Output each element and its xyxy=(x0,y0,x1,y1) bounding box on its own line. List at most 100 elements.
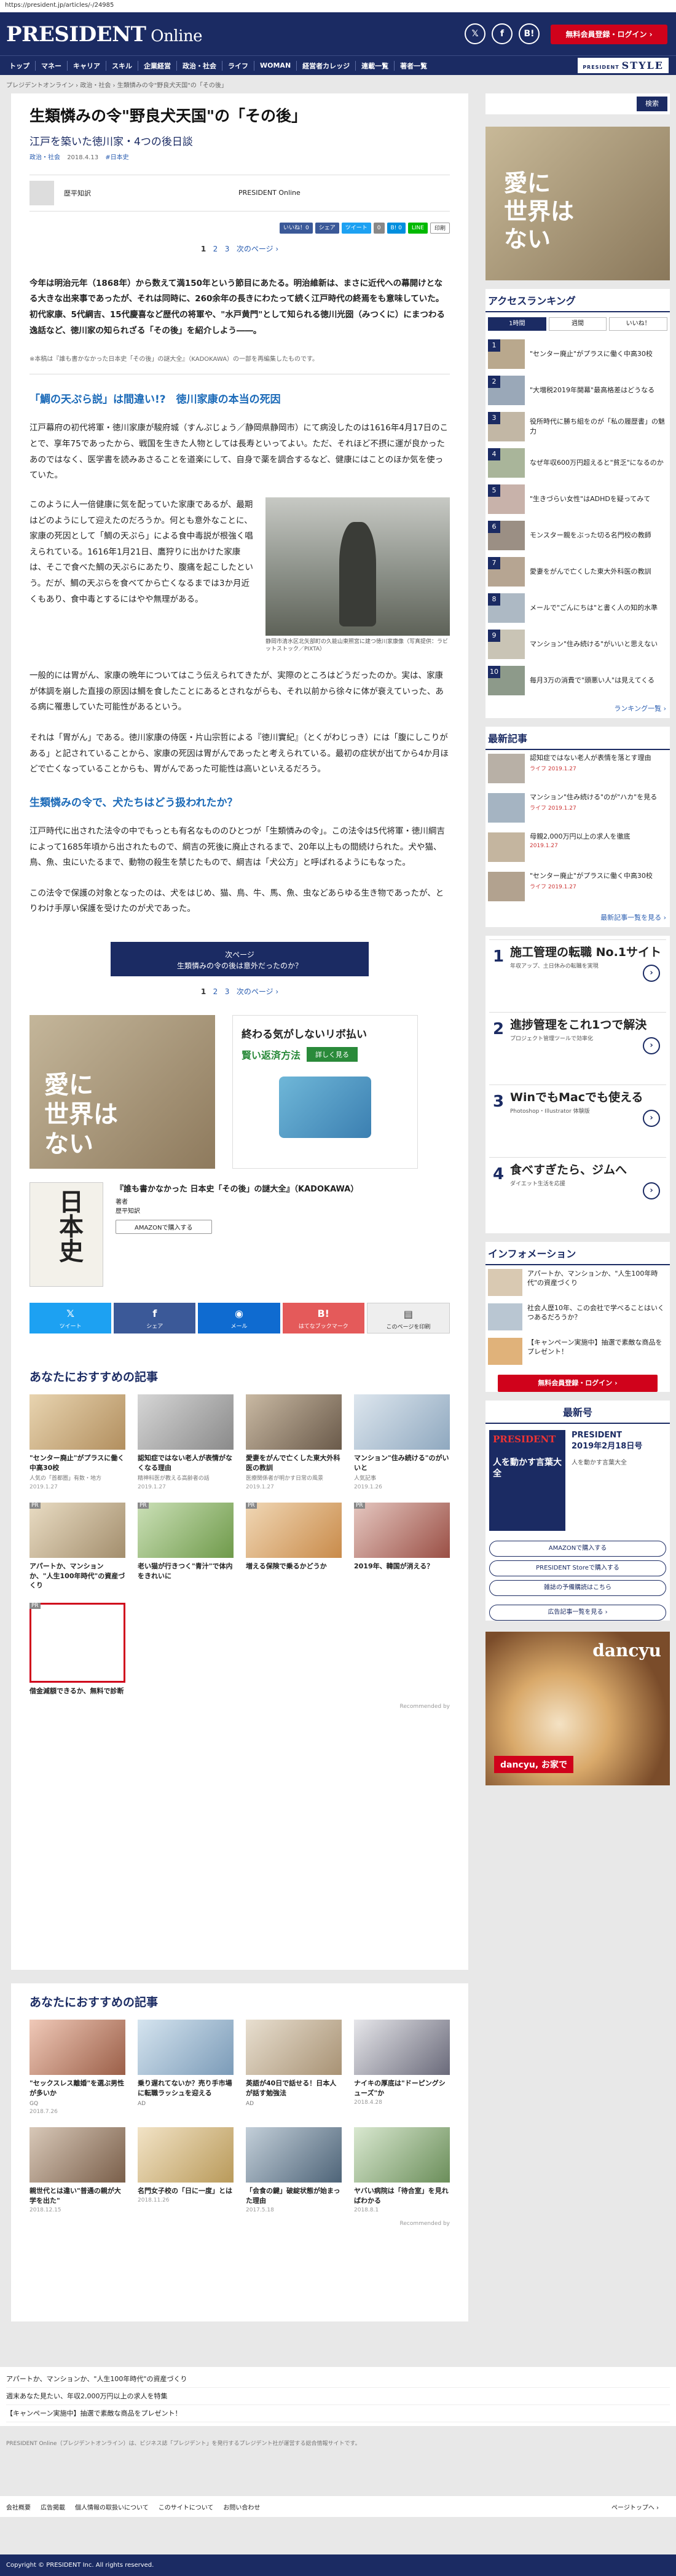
rec-card[interactable]: PR 借金減額できるか、無料で診断 xyxy=(29,1603,125,1696)
sidebar-ad-item[interactable]: 1 施工管理の転職 No.1サイト 年収アップ、土日休みの転職を実現 › xyxy=(489,939,666,1012)
nav-career[interactable]: キャリア xyxy=(68,61,106,71)
recommended-by[interactable]: Recommended by xyxy=(29,2221,450,2227)
twitter-icon[interactable]: 𝕏 xyxy=(465,23,485,44)
nav-authors[interactable]: 著者一覧 xyxy=(395,61,433,71)
dancyu-ad[interactable]: dancyu dancyu, お家で xyxy=(485,1632,670,1785)
rec-card[interactable]: "セックスレス離婚"を選ぶ男性が多いか GQ 2018.7.26 xyxy=(29,2020,125,2115)
rank-item[interactable]: 5 "生きづらい女性"はADHDを疑ってみて xyxy=(485,481,670,517)
latest-item[interactable]: 認知症ではない老人が表情を落とす理由 ライフ 2019.1.27 xyxy=(485,750,670,789)
tweet-button[interactable]: ツイート xyxy=(341,222,371,234)
footer-nav-about[interactable]: このサイトについて xyxy=(159,2502,224,2511)
nav-politics[interactable]: 政治・社会 xyxy=(177,61,222,71)
hatena-button[interactable]: B! 0 xyxy=(387,222,406,234)
sidebar-ad-item[interactable]: 4 食べすぎたら、ジムへ ダイエット生活を応援 › xyxy=(489,1157,666,1230)
ad-banner-2[interactable]: 終わる気がしないリボ払い 賢い返済方法 詳しく見る xyxy=(232,1015,418,1169)
style-logo[interactable]: PRESIDENT STYLE xyxy=(578,58,669,73)
rank-item[interactable]: 4 なぜ年収600万円超えると"貧乏"になるのか xyxy=(485,444,670,481)
rec-card[interactable]: PR 老い猫が行きつく"青汁"で体内をきれいに xyxy=(138,1502,234,1591)
latest-item[interactable]: マンション"住み続ける"のが"ハカ"を見る ライフ 2019.1.27 xyxy=(485,789,670,829)
url-bar[interactable]: https://president.jp/articles/-/24985 xyxy=(0,0,676,12)
tab-likes[interactable]: いいね！ xyxy=(609,317,668,331)
rec-card[interactable]: 英語が40日で話せる！日本人が話す勉強法 AD xyxy=(246,2020,342,2115)
nav-college[interactable]: 経営者カレッジ xyxy=(297,61,355,71)
page-2[interactable]: 2 xyxy=(213,245,218,253)
magazine-cover[interactable]: PRESIDENT 人を動かす言葉大全 xyxy=(489,1430,565,1531)
rank-item[interactable]: 7 愛妻をがんで亡くした東大外科医の教訓 xyxy=(485,553,670,590)
print-big-button[interactable]: ▤ このページを印刷 xyxy=(366,1303,450,1334)
rec-card[interactable]: PR 2019年、韓国が消える？ xyxy=(354,1502,450,1591)
rec-card[interactable]: ヤバい病院は「待合室」を見ればわかる 2018.8.1 xyxy=(354,2127,450,2213)
rec-card[interactable]: 認知症ではない老人が表情がなくなる理由 精神科医が教える高齢者の話 2019.1.2… xyxy=(138,1394,234,1490)
page-1[interactable]: 1 xyxy=(201,245,206,253)
register-button[interactable]: 無料会員登録・ログイン › xyxy=(551,25,667,44)
breadcrumb[interactable]: プレジデントオンライン › 政治・社会 › 生類憐みの令"野良犬天国"の「その後… xyxy=(0,75,676,92)
rec-card[interactable]: 名門女子校の「日に一度」とは 2018.11.26 xyxy=(138,2127,234,2213)
next-page-button[interactable]: 次ページ 生類憐みの令の後は意外だったのか？ xyxy=(111,942,369,977)
page-top-link[interactable]: ページトップへ › xyxy=(611,2502,669,2511)
sidebar-ad-item[interactable]: 2 進捗管理をこれ1つで解決 プロジェクト管理ツールで効率化 › xyxy=(489,1012,666,1085)
info-item[interactable]: 【キャンペーン実施中】抽選で素敵な商品をプレゼント！ xyxy=(485,1334,670,1369)
like-button[interactable]: いいね！0 xyxy=(280,222,313,234)
rec-card[interactable]: "センター廃止"がプラスに働く中高30校 人気の「首都圏」有数・地方 2019.1.… xyxy=(29,1394,125,1490)
rec-card[interactable]: 愛妻をがんで亡くした東大外科医の教訓 医療関係者が明かす日常の風景 2019.1.2… xyxy=(246,1394,342,1490)
site-logo[interactable]: PRESIDENT Online xyxy=(6,22,203,47)
print-button[interactable]: 印刷 xyxy=(430,222,450,234)
rec-card[interactable]: マンション"住み続ける"のがいいと 人気記事 2019.1.26 xyxy=(354,1394,450,1490)
footer-link[interactable]: アパートか、マンションか、"人生100年時代"の資産づくり xyxy=(6,2371,670,2388)
nav-life[interactable]: ライフ xyxy=(222,61,254,71)
next-page-link[interactable]: 次のページ › xyxy=(237,987,278,996)
ranking-more-link[interactable]: ランキング一覧 › xyxy=(485,698,670,718)
nav-skill[interactable]: スキル xyxy=(106,61,138,71)
tab-hourly[interactable]: 1時間 xyxy=(488,317,546,331)
rank-item[interactable]: 3 役所時代に勝ち組をのが「私の履歴書」の魅力 xyxy=(485,408,670,444)
latest-item[interactable]: 母親2,000万円以上の求人を徹底 2019.1.27 xyxy=(485,829,670,868)
amazon-buy-button[interactable]: AMAZONで購入する xyxy=(489,1541,666,1557)
next-page-link[interactable]: 次のページ › xyxy=(237,245,278,253)
rec-card[interactable]: 乗り遅れてないか？売り手市場に転職ラッシュを迎える AD xyxy=(138,2020,234,2115)
rec-card[interactable]: 「会食の鍵」破綻状態が始まった理由 2017.5.18 xyxy=(246,2127,342,2213)
rank-item[interactable]: 8 メールで"ごんにちは"と書く人の知的水準 xyxy=(485,590,670,626)
rec-card[interactable]: 親世代とは違い"普通の親が大学を出た" 2018.12.15 xyxy=(29,2127,125,2213)
footer-nav-ads[interactable]: 広告掲載 xyxy=(41,2502,75,2511)
sidebar-ad-item[interactable]: 3 WinでもMacでも使える Photoshop・Illustrator 体験版 › xyxy=(489,1085,666,1157)
rec-card[interactable]: ナイキの厚底は"ドーピングシューズ"か 2018.4.28 xyxy=(354,2020,450,2115)
footer-link[interactable]: 週末あなた見たい、年収2,000万円以上の求人を特集 xyxy=(6,2388,670,2405)
nav-top[interactable]: トップ xyxy=(4,61,35,71)
hatena-big-button[interactable]: B! はてなブックマーク xyxy=(282,1303,364,1334)
info-item[interactable]: 社会人歴10年、この会社で学べることはいくつあるだろうか？ xyxy=(485,1300,670,1334)
subscribe-button[interactable]: 雑誌の予備購読はこちら xyxy=(489,1580,666,1596)
book-cover[interactable]: 日本史 xyxy=(29,1182,103,1287)
latest-item[interactable]: "センター廃止"がプラスに働く中高30校 ライフ 2019.1.27 xyxy=(485,868,670,907)
tweet-big-button[interactable]: 𝕏 ツイート xyxy=(29,1303,112,1334)
recommended-by[interactable]: Recommended by xyxy=(29,1704,450,1710)
register-button-sidebar[interactable]: 無料会員登録・ログイン › xyxy=(498,1375,658,1392)
footer-nav-company[interactable]: 会社概要 xyxy=(6,2502,41,2511)
ad-list-button[interactable]: 広告記事一覧を見る › xyxy=(489,1605,666,1621)
rank-item[interactable]: 6 モンスター親をぶった切る名門校の教師 xyxy=(485,517,670,553)
amazon-button[interactable]: AMAZONで購入する xyxy=(116,1220,212,1235)
latest-more-link[interactable]: 最新記事一覧を見る › xyxy=(485,907,670,927)
nav-series[interactable]: 連載一覧 xyxy=(356,61,394,71)
tag-link[interactable]: #日本史 xyxy=(105,154,128,161)
page-3[interactable]: 3 xyxy=(225,987,230,996)
tab-weekly[interactable]: 週間 xyxy=(548,317,607,331)
info-item[interactable]: アパートか、マンションか、"人生100年時代"の資産づくり xyxy=(485,1265,670,1300)
rank-item[interactable]: 1 "センター廃止"がプラスに働く中高30校 xyxy=(485,336,670,372)
author-1[interactable]: 歴平知訳 xyxy=(29,180,238,205)
mail-big-button[interactable]: ◉ メール xyxy=(198,1303,280,1334)
nav-business[interactable]: 企業経営 xyxy=(138,61,176,71)
footer-link[interactable]: 【キャンペーン実施中】抽選で素敵な商品をプレゼント！ xyxy=(6,2405,670,2422)
rec-card[interactable]: PR アパートか、マンションか、"人生100年時代"の資産づくり xyxy=(29,1502,125,1591)
rank-item[interactable]: 10 毎月3万の消費で"頭悪い人"は見えてくる xyxy=(485,662,670,698)
author-2[interactable]: PRESIDENT Online xyxy=(238,189,447,197)
page-1[interactable]: 1 xyxy=(201,987,206,996)
facebook-icon[interactable]: f xyxy=(492,23,513,44)
store-buy-button[interactable]: PRESIDENT Storeで購入する xyxy=(489,1560,666,1576)
page-2[interactable]: 2 xyxy=(213,987,218,996)
page-3[interactable]: 3 xyxy=(225,245,230,253)
ad-banner-1[interactable]: 愛に 世界は ない xyxy=(29,1015,215,1169)
nav-money[interactable]: マネー xyxy=(36,61,67,71)
facebook-big-button[interactable]: f シェア xyxy=(114,1303,196,1334)
rank-item[interactable]: 9 マンション"住み続ける"がいいと思えない xyxy=(485,626,670,662)
rank-item[interactable]: 2 "大増税2019年開幕"最高格差はどうなる xyxy=(485,372,670,408)
